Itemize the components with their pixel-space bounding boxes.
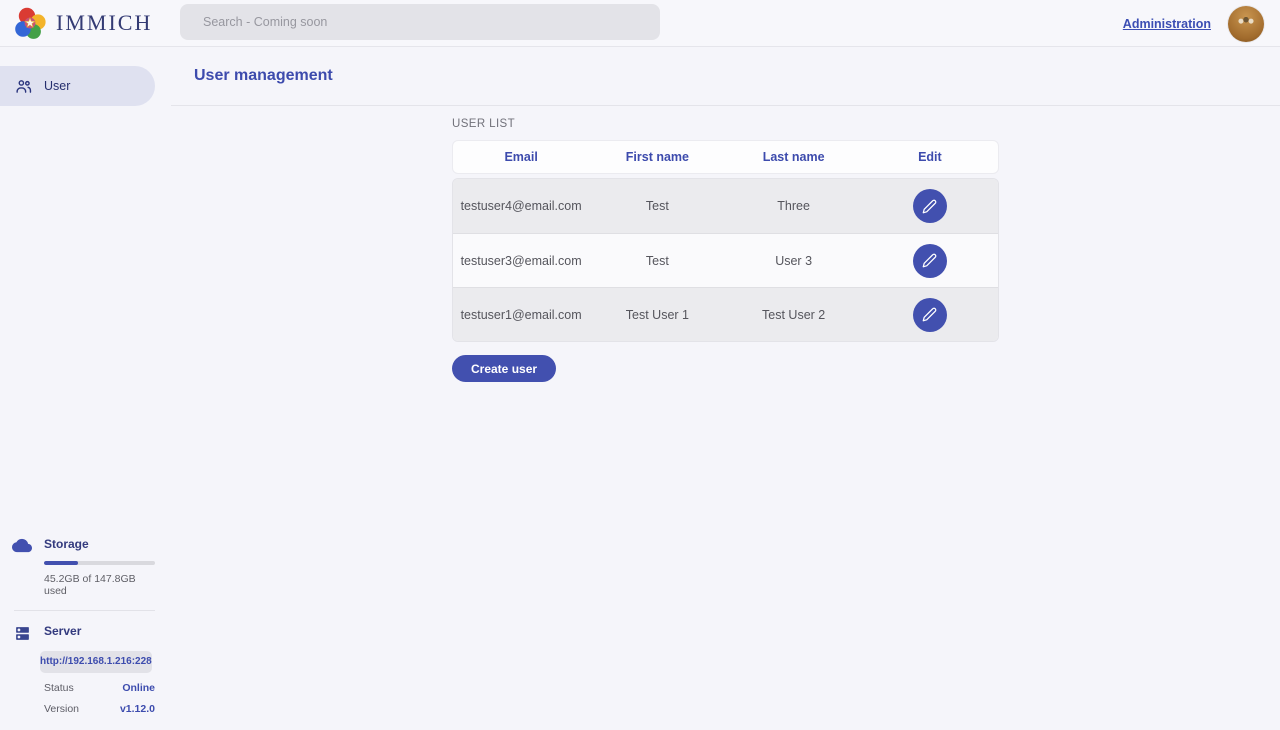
server-title: Server xyxy=(44,624,81,638)
user-first-name: Test xyxy=(589,199,725,213)
edit-user-button[interactable] xyxy=(913,244,947,278)
column-header-email: Email xyxy=(453,150,589,164)
user-last-name: Three xyxy=(726,199,862,213)
users-icon xyxy=(15,78,32,95)
main-content: User management USER LIST Email First na… xyxy=(171,47,1280,730)
brand[interactable]: IMMICH xyxy=(0,6,152,40)
user-first-name: Test xyxy=(589,254,725,268)
pencil-icon xyxy=(922,307,937,322)
column-header-last-name: Last name xyxy=(726,150,862,164)
table-row: testuser4@email.com Test Three xyxy=(453,179,998,233)
storage-progress-fill xyxy=(44,561,78,565)
server-icon xyxy=(0,624,44,642)
server-status-label: Status xyxy=(44,682,74,694)
server-version-value: v1.12.0 xyxy=(120,703,155,715)
user-table: testuser4@email.com Test Three testuser3… xyxy=(452,178,999,342)
storage-usage-text: 45.2GB of 147.8GB used xyxy=(44,573,155,597)
sidebar-item-user[interactable]: User xyxy=(0,66,155,106)
sidebar: User Storage 45.2GB of 147.8GB used xyxy=(0,47,155,730)
table-row: testuser1@email.com Test User 1 Test Use… xyxy=(453,287,998,341)
user-email: testuser4@email.com xyxy=(453,199,589,213)
top-nav: IMMICH Administration xyxy=(0,0,1280,47)
storage-progress-bar xyxy=(44,561,155,565)
immich-logo-icon xyxy=(13,6,47,40)
user-last-name: Test User 2 xyxy=(726,308,862,322)
column-header-edit: Edit xyxy=(862,150,998,164)
administration-link[interactable]: Administration xyxy=(1123,17,1211,31)
user-avatar[interactable] xyxy=(1228,6,1264,42)
title-bar: User management xyxy=(171,47,1280,106)
user-email: testuser1@email.com xyxy=(453,308,589,322)
storage-title: Storage xyxy=(44,537,89,551)
edit-user-button[interactable] xyxy=(913,189,947,223)
user-last-name: User 3 xyxy=(726,254,862,268)
user-first-name: Test User 1 xyxy=(589,308,725,322)
table-row: testuser3@email.com Test User 3 xyxy=(453,233,998,287)
storage-section: Storage 45.2GB of 147.8GB used xyxy=(0,537,155,597)
user-list-label: USER LIST xyxy=(452,118,999,130)
pencil-icon xyxy=(922,199,937,214)
pencil-icon xyxy=(922,253,937,268)
server-section: Server http://192.168.1.216:2283 Status … xyxy=(0,624,155,715)
user-email: testuser3@email.com xyxy=(453,254,589,268)
edit-user-button[interactable] xyxy=(913,298,947,332)
brand-wordmark: IMMICH xyxy=(56,10,152,36)
server-status-value: Online xyxy=(122,682,155,694)
server-version-label: Version xyxy=(44,703,79,715)
server-url-badge: http://192.168.1.216:2283 xyxy=(40,651,152,673)
create-user-button[interactable]: Create user xyxy=(452,355,556,382)
column-header-first-name: First name xyxy=(589,150,725,164)
sidebar-item-user-label: User xyxy=(44,79,70,93)
sidebar-divider xyxy=(14,610,155,611)
cloud-icon xyxy=(0,537,44,553)
search-input[interactable] xyxy=(180,4,660,40)
page-title: User management xyxy=(194,67,333,85)
table-header: Email First name Last name Edit xyxy=(452,140,999,174)
